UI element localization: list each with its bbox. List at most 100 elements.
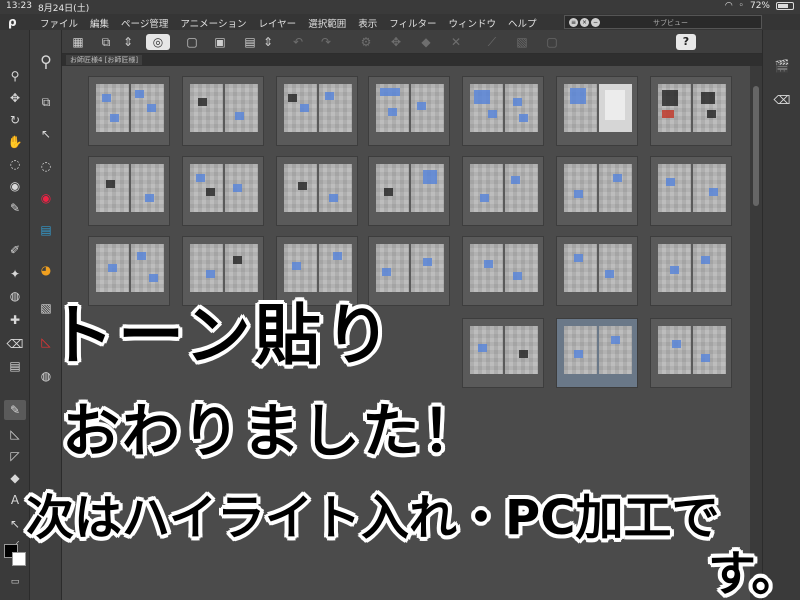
new-file-icon[interactable]: ▢ (184, 34, 200, 50)
eyedropper-icon[interactable]: ◉ (4, 176, 26, 196)
battery-icon (776, 2, 794, 10)
layout-icon[interactable]: ▦ (70, 34, 86, 50)
page-thumbnail (96, 84, 129, 132)
tone-tool-icon[interactable]: ✎ (4, 400, 26, 420)
help-button[interactable]: ? (676, 34, 696, 50)
sort-icon[interactable]: ⇕ (260, 34, 276, 50)
ruler-icon[interactable]: ◸ (4, 446, 26, 466)
vertical-scrollbar[interactable] (750, 66, 762, 600)
page-spread[interactable] (650, 76, 732, 146)
save-icon[interactable]: ▤ (242, 34, 258, 50)
move-icon[interactable]: ✥ (4, 88, 26, 108)
open-file-icon[interactable]: ▣ (212, 34, 228, 50)
page-icon[interactable]: ▢ (544, 34, 560, 50)
overlay-text-line-3: 次はハイライト入れ・PC加工で (26, 490, 720, 546)
page-spread[interactable] (650, 318, 732, 388)
object-icon[interactable]: ↖ (35, 124, 57, 144)
clapper-icon[interactable]: 🎬 (771, 56, 793, 76)
menu-page-management[interactable]: ページ管理 (121, 16, 168, 30)
document-tab[interactable]: お師匠様4 [お師匠様] (66, 55, 143, 65)
updown-icon[interactable]: ⇕ (120, 34, 136, 50)
page-spread[interactable] (462, 318, 544, 388)
grid-icon[interactable]: ▧ (514, 34, 530, 50)
pen-icon[interactable]: ✎ (4, 198, 26, 218)
status-bar: 13:23 8月24日(土) ◠ ◦ 72% (0, 0, 800, 14)
color-circle-icon[interactable]: ◉ (35, 188, 57, 208)
menu-layer[interactable]: レイヤー (258, 16, 296, 30)
subview-close-icon[interactable]: × (580, 18, 589, 27)
page-spread[interactable] (462, 76, 544, 146)
transparent-color-icon[interactable]: ▭ (4, 572, 26, 592)
page-spread[interactable] (88, 76, 170, 146)
subview-panel-header: ≡ × − サブビュー (564, 15, 762, 29)
page-spread[interactable] (556, 236, 638, 306)
text-icon[interactable]: A (4, 490, 26, 510)
swirl-icon[interactable]: ◎ (146, 34, 170, 50)
page-thumbnail (190, 84, 223, 132)
page-spread-selected[interactable] (556, 318, 638, 388)
page-thumbnail (96, 164, 129, 212)
wand-icon[interactable]: ✕ (448, 34, 464, 50)
hand-icon[interactable]: ✋ (4, 132, 26, 152)
lasso-icon[interactable]: ◌ (4, 154, 26, 174)
page-spread[interactable] (650, 236, 732, 306)
menu-help[interactable]: ヘルプ (508, 16, 537, 30)
page-spread[interactable] (368, 156, 450, 226)
undo-icon[interactable]: ↶ (290, 34, 306, 50)
page-thumbnail (599, 84, 632, 132)
zoom-icon[interactable]: ⚲ (4, 66, 26, 86)
airbrush-icon[interactable]: ✦ (4, 264, 26, 284)
right-panel: 🎬 ⌫ (762, 30, 800, 600)
menu-file[interactable]: ファイル (40, 16, 78, 30)
subview-menu-icon[interactable]: ≡ (569, 18, 578, 27)
page-spread[interactable] (556, 156, 638, 226)
cursor-icon[interactable]: ↖ (4, 514, 26, 534)
layer-move-icon[interactable]: ⧉ (35, 92, 57, 112)
redo-icon[interactable]: ↷ (318, 34, 334, 50)
page-thumbnail (658, 326, 691, 374)
search-icon[interactable]: ⚲ (35, 52, 57, 72)
page-spread[interactable] (276, 156, 358, 226)
sub-color-swatch[interactable] (12, 552, 26, 566)
page-thumbnail (319, 164, 352, 212)
color-set-icon[interactable]: ▤ (35, 220, 57, 240)
select-icon[interactable]: ◌ (35, 156, 57, 176)
subview-minimize-icon[interactable]: − (591, 18, 600, 27)
page-spread[interactable] (650, 156, 732, 226)
gradient-icon[interactable]: ▤ (4, 356, 26, 376)
page-thumbnail (564, 164, 597, 212)
page-thumbnail (599, 244, 632, 292)
menu-window[interactable]: ウィンドウ (449, 16, 497, 30)
page-spread[interactable] (462, 236, 544, 306)
menu-animation[interactable]: アニメーション (180, 16, 246, 30)
eraser-panel-icon[interactable]: ⌫ (771, 90, 793, 110)
rotate-icon[interactable]: ↻ (4, 110, 26, 130)
page-spread[interactable] (182, 156, 264, 226)
menu-view[interactable]: 表示 (358, 16, 377, 30)
page-spread[interactable] (182, 76, 264, 146)
page-spread[interactable] (556, 76, 638, 146)
page-spread[interactable] (368, 76, 450, 146)
stamp-icon[interactable]: ✚ (4, 310, 26, 330)
page-spread[interactable] (276, 76, 358, 146)
line-icon[interactable]: ⟋ (484, 34, 500, 50)
menu-selection[interactable]: 選択範囲 (308, 16, 346, 30)
app-logo-icon[interactable]: ρ (8, 15, 17, 29)
fill-icon[interactable]: ◆ (418, 34, 434, 50)
page-spread[interactable] (462, 156, 544, 226)
page-spread[interactable] (88, 156, 170, 226)
menu-edit[interactable]: 編集 (90, 16, 109, 30)
page-thumbnail (599, 164, 632, 212)
gear-icon[interactable]: ⚙ (358, 34, 374, 50)
figure-icon[interactable]: ◺ (4, 424, 26, 444)
document-tab-bar: お師匠様4 [お師匠様] (62, 54, 762, 66)
page-thumbnail (693, 244, 726, 292)
brush-icon[interactable]: ✐ (4, 240, 26, 260)
transform-icon[interactable]: ✥ (388, 34, 404, 50)
arrange-icon[interactable]: ⧉ (98, 34, 114, 50)
eraser-icon[interactable]: ⌫ (4, 334, 26, 354)
color-wheel-icon[interactable]: ◕ (35, 260, 57, 280)
bucket-icon[interactable]: ◆ (4, 468, 26, 488)
blend-icon[interactable]: ◍ (4, 286, 26, 306)
menu-filter[interactable]: フィルター (389, 16, 436, 30)
